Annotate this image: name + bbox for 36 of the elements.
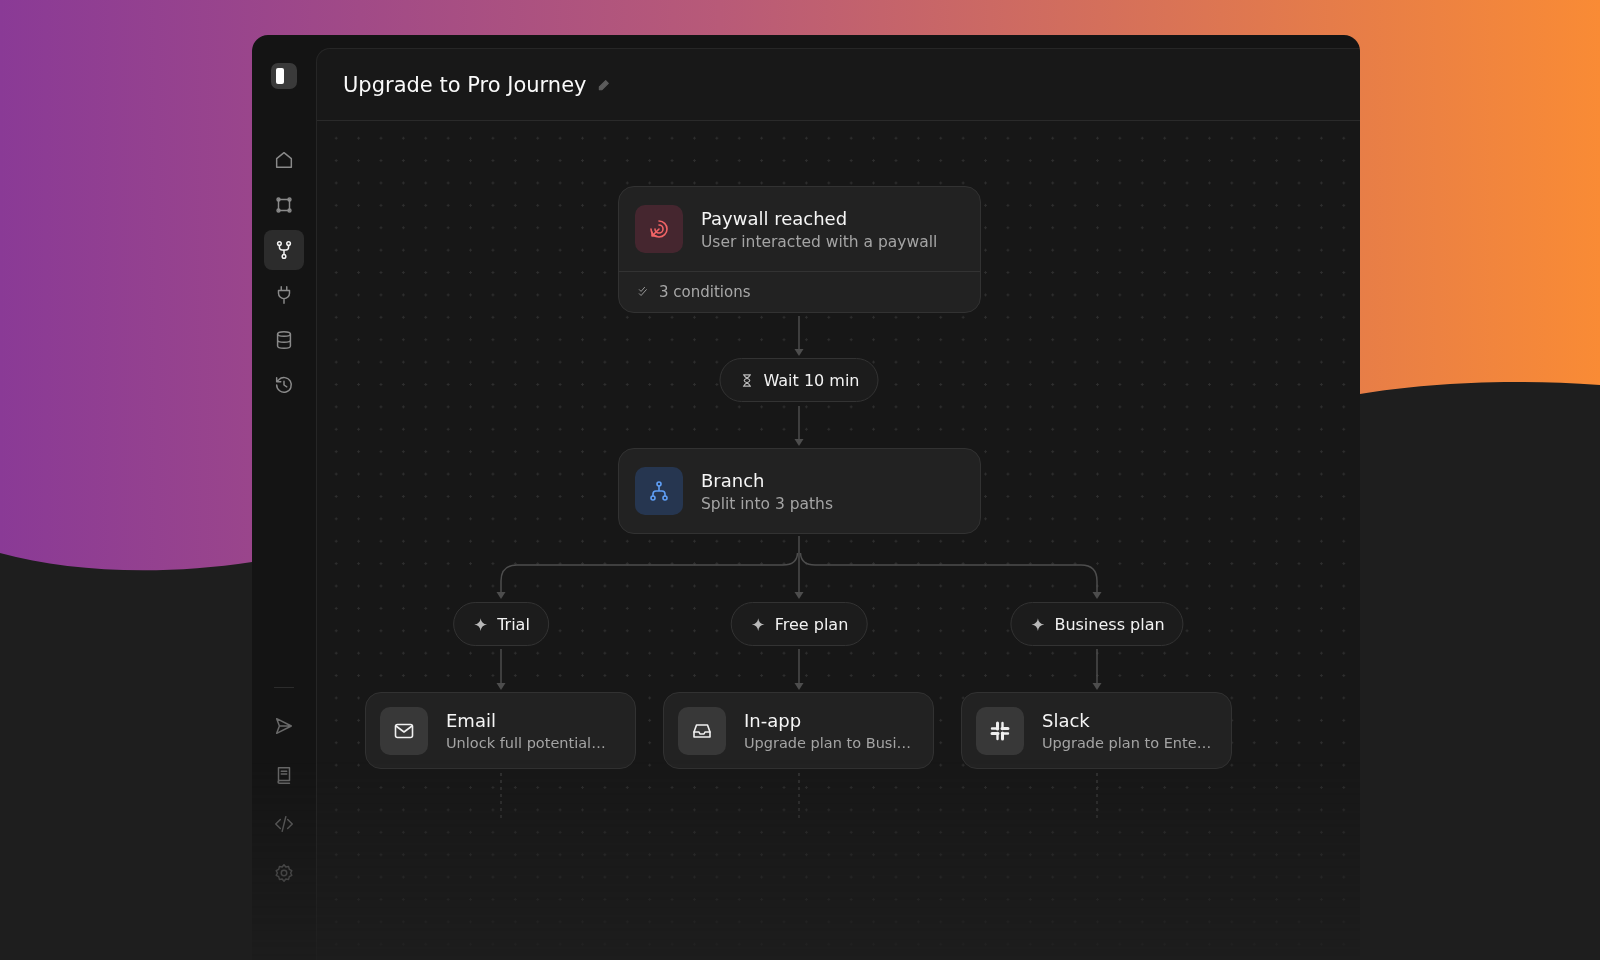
node-description: Upgrade plan to Ente… [1042, 735, 1212, 751]
connector-arrow [794, 315, 804, 356]
target-icon [647, 217, 671, 241]
path-condition-pill[interactable]: Business plan [1010, 602, 1184, 646]
connector-arrow [794, 648, 804, 690]
node-description: Unlock full potential… [446, 735, 606, 751]
app-logo[interactable] [271, 63, 297, 89]
action-node[interactable]: Slack Upgrade plan to Ente… [961, 692, 1232, 769]
connector-arrow [1092, 648, 1102, 690]
node-title: Paywall reached [701, 207, 849, 229]
node-description: User interacted with a paywall [701, 232, 938, 251]
node-description: Upgrade plan to Busi… [744, 735, 911, 751]
code-icon [273, 813, 295, 835]
connector-arrow [496, 648, 506, 690]
conditions-label: 3 conditions [659, 283, 751, 301]
node-title: In-app [744, 710, 803, 731]
history-icon [273, 374, 295, 396]
action-node[interactable]: Email Unlock full potential… [365, 692, 636, 769]
frame-icon [273, 194, 295, 216]
node-description: Split into 3 paths [701, 494, 833, 513]
wait-step-pill[interactable]: Wait 10 min [719, 358, 879, 402]
send-icon [273, 715, 295, 737]
settings-icon [273, 862, 295, 884]
branch-node[interactable]: Branch Split into 3 paths [618, 448, 981, 534]
action-node[interactable]: In-app Upgrade plan to Busi… [663, 692, 934, 769]
fork-nav-button[interactable] [264, 230, 304, 270]
trigger-node[interactable]: Paywall reached User interacted with a paywall 3 conditions [618, 186, 981, 313]
path-condition-pill[interactable]: Trial [453, 602, 549, 646]
journey-title: Upgrade to Pro Journey [343, 72, 587, 97]
node-title: Slack [1042, 710, 1091, 731]
path-condition-pill[interactable]: Free plan [730, 602, 868, 646]
home-icon [273, 149, 295, 171]
connector-arrow [794, 405, 804, 446]
node-title: Branch [701, 469, 766, 491]
node-title: Email [446, 710, 497, 731]
hierarchy-icon [647, 479, 671, 503]
